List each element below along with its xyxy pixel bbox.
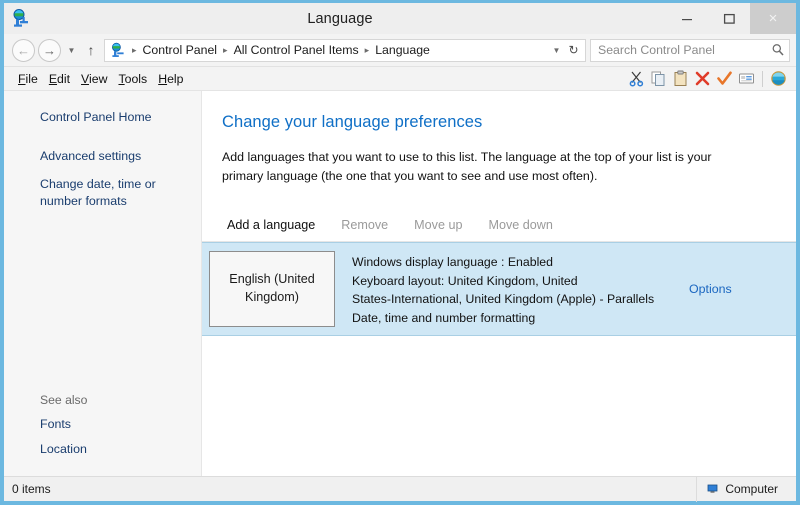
recent-locations-button[interactable]: ▼: [64, 46, 79, 55]
search-box[interactable]: [590, 38, 790, 62]
language-details: Windows display language : Enabled Keybo…: [335, 251, 676, 327]
content-area: Control Panel Home Advanced settings Cha…: [4, 91, 796, 476]
sidebar-item-fonts[interactable]: Fonts: [4, 412, 201, 437]
rename-card-icon[interactable]: [737, 69, 756, 88]
language-detail-keyboard-layout-line1: Keyboard layout: United Kingdom, United: [352, 273, 578, 288]
status-item-count: 0 items: [12, 482, 51, 496]
language-options-cell: Options: [676, 251, 796, 327]
search-input[interactable]: [598, 43, 769, 57]
menu-edit[interactable]: Edit: [44, 70, 76, 88]
language-list-item[interactable]: English (United Kingdom) Windows display…: [202, 242, 796, 337]
page-title: Change your language preferences: [222, 113, 483, 131]
menu-view-accel: V: [81, 71, 90, 86]
chevron-down-icon: ▼: [67, 45, 76, 55]
sidebar-item-control-panel-home[interactable]: Control Panel Home: [4, 105, 201, 130]
chevron-down-icon: ▼: [552, 45, 561, 55]
move-up-button: Move up: [414, 218, 463, 233]
refresh-button[interactable]: ↻: [564, 43, 583, 57]
menu-tools[interactable]: Tools: [113, 70, 153, 88]
close-icon: ×: [768, 10, 778, 27]
minimize-button[interactable]: [666, 4, 708, 33]
see-also-label: See also: [40, 392, 88, 407]
paste-clipboard-icon[interactable]: [671, 69, 690, 88]
menu-toolbar-icons: [627, 69, 792, 88]
toolbar-separator: [762, 70, 763, 87]
language-detail-date-time-number-formatting: Date, time and number formatting: [352, 310, 536, 325]
back-arrow-icon: ←: [17, 42, 30, 58]
menu-file-rest: ile: [25, 71, 38, 86]
options-link[interactable]: Options: [689, 282, 732, 296]
globe-icon[interactable]: [769, 69, 788, 88]
sidebar-item-location[interactable]: Location: [4, 437, 201, 462]
back-button[interactable]: ←: [12, 38, 35, 62]
breadcrumb-separator: ▸: [132, 44, 137, 55]
forward-button[interactable]: →: [38, 38, 61, 62]
close-button[interactable]: ×: [750, 3, 796, 34]
menu-bar: File Edit View Tools Help: [4, 67, 796, 91]
computer-icon: [707, 483, 719, 495]
language-control-panel-window: Language × ← → ▼ ↑ ▸ Control Panel ▸ All…: [0, 0, 800, 505]
main-panel: Change your language preferences Add lan…: [202, 91, 796, 476]
title-bar: Language ×: [4, 3, 796, 34]
menu-edit-rest: dit: [57, 71, 71, 86]
window-title: Language: [307, 10, 373, 27]
language-list: English (United Kingdom) Windows display…: [202, 242, 796, 337]
menu-view-rest: iew: [89, 71, 108, 86]
menu-file[interactable]: File: [13, 70, 44, 88]
menu-help[interactable]: Help: [153, 70, 189, 88]
menu-file-accel: F: [18, 71, 26, 86]
cut-scissors-icon[interactable]: [627, 69, 646, 88]
add-a-language-button[interactable]: Add a language: [214, 216, 328, 234]
menu-help-rest: elp: [167, 71, 184, 86]
sidebar-item-advanced-settings[interactable]: Advanced settings: [4, 144, 201, 169]
sidebar-item-change-date-time-number-formats[interactable]: Change date, time or number formats: [4, 172, 201, 214]
copy-icon[interactable]: [649, 69, 668, 88]
breadcrumb-control-panel[interactable]: Control Panel: [141, 42, 220, 58]
confirm-check-icon[interactable]: [715, 69, 734, 88]
maximize-button[interactable]: [708, 4, 750, 33]
page-description: Add languages that you want to use to th…: [222, 150, 712, 184]
up-arrow-icon: ↑: [87, 42, 95, 58]
forward-arrow-icon: →: [43, 42, 56, 58]
search-icon[interactable]: [769, 43, 785, 57]
breadcrumb-separator: ▸: [223, 44, 228, 55]
language-detail-display-language: Windows display language : Enabled: [352, 255, 553, 270]
language-globe-icon: [11, 8, 31, 28]
breadcrumb-separator: ▸: [364, 44, 370, 55]
command-bar: Add a language Remove Move up Move down: [202, 208, 796, 243]
breadcrumb-all-control-panel-items[interactable]: All Control Panel Items: [232, 42, 361, 58]
refresh-icon: ↻: [568, 43, 579, 57]
menu-help-accel: H: [158, 71, 168, 86]
up-button[interactable]: ↑: [81, 42, 101, 58]
address-bar[interactable]: ▸ Control Panel ▸ All Control Panel Item…: [104, 38, 586, 62]
see-also-section: See also Fonts Location: [4, 393, 201, 476]
delete-x-icon[interactable]: [693, 69, 712, 88]
address-toolbar: ← → ▼ ↑ ▸ Control Panel ▸ All Control Pa…: [4, 34, 796, 67]
status-bar: 0 items Computer: [4, 476, 796, 502]
menu-edit-accel: E: [48, 71, 58, 86]
status-location: Computer: [697, 482, 796, 496]
language-name-tile: English (United Kingdom): [209, 251, 335, 328]
address-dropdown-button[interactable]: ▼: [549, 46, 564, 55]
status-location-text: Computer: [725, 482, 778, 496]
menu-view[interactable]: View: [76, 70, 113, 88]
menu-tools-rest: ools: [124, 71, 148, 86]
navigation-sidebar: Control Panel Home Advanced settings Cha…: [4, 91, 202, 476]
language-detail-keyboard-layout-line2: States-International, United Kingdom (Ap…: [352, 292, 655, 307]
move-down-button: Move down: [488, 218, 553, 233]
breadcrumb-language[interactable]: Language: [373, 42, 432, 58]
remove-button: Remove: [341, 218, 389, 233]
address-language-globe-icon: [110, 42, 126, 58]
